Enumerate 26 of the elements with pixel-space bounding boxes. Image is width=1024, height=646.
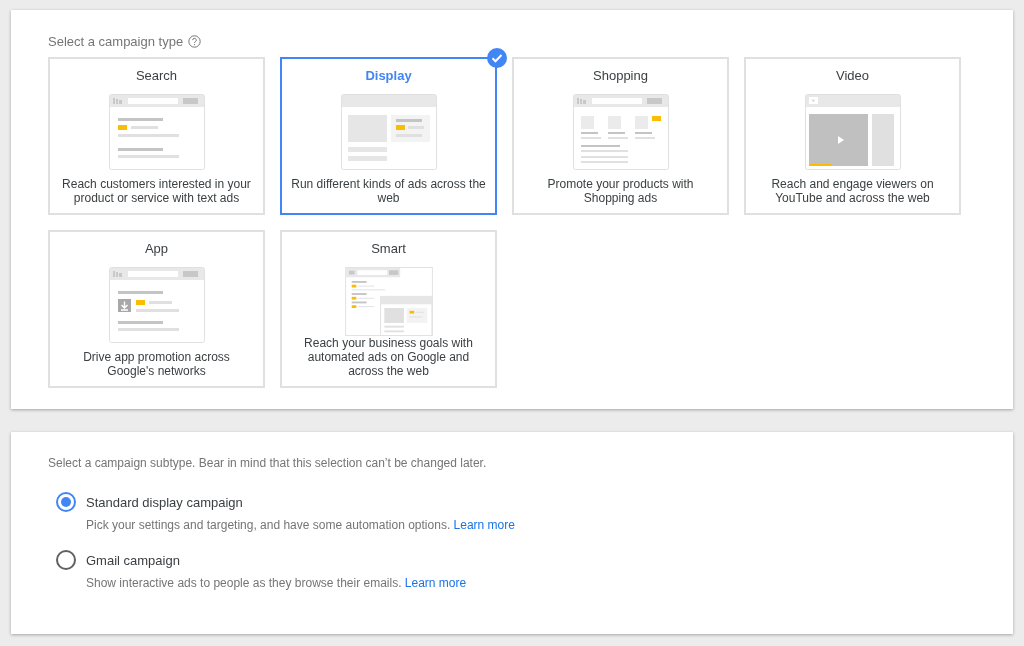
tile-title: Shopping	[593, 68, 648, 83]
learn-more-link[interactable]: Learn more	[404, 576, 467, 590]
campaign-type-tile[interactable]: App Drive app promotion across Google's networks	[48, 230, 265, 388]
campaign-type-tile[interactable]: Video Reach and engage viewers on YouTube and across the web	[744, 57, 961, 215]
tile-description: Promote your products with Shopping ads	[546, 177, 695, 205]
tile-title: Video	[836, 68, 869, 83]
campaign-type-tile[interactable]: Search Reach customers interested in your product or service with text ads	[48, 57, 265, 215]
tile-description: Drive app promotion across Google's networks	[82, 350, 231, 378]
option-label[interactable]: Standard display campaign	[86, 494, 976, 510]
section-title: Select a campaign type	[48, 34, 184, 49]
option-description: Show interactive ads to people as they browse their emails. Learn more	[86, 576, 468, 590]
learn-more-link[interactable]: Learn more	[453, 518, 515, 532]
campaign-type-tile[interactable]: Smart Reach your business goals with automated ads on Google and across the web	[280, 230, 497, 388]
tile-title: Search	[135, 68, 178, 83]
tile-description: Reach and engage viewers on YouTube and across the web	[770, 177, 935, 205]
tile-title: Display	[365, 68, 412, 83]
tile-title: Smart	[371, 241, 406, 256]
campaign-type-tile[interactable]: Display Run different kinds of ads across the web	[280, 57, 497, 215]
tile-description: Run different kinds of ads across the web	[290, 177, 487, 205]
tile-title: App	[144, 241, 169, 256]
option-description: Pick your settings and targeting, and have some automation options. Learn more	[86, 518, 516, 532]
option-label[interactable]: Gmail campaign	[86, 552, 976, 568]
tile-description: Reach customers interested in your product or service with text ads	[61, 177, 252, 205]
tile-description: Reach your business goals with automated ads on Google and across the web	[303, 336, 474, 378]
section-title: Select a campaign subtype. Bear in mind that this selection can’t be changed later.	[48, 456, 488, 470]
campaign-type-tile[interactable]: Shopping Promote your products with Shopping ads	[512, 57, 729, 215]
